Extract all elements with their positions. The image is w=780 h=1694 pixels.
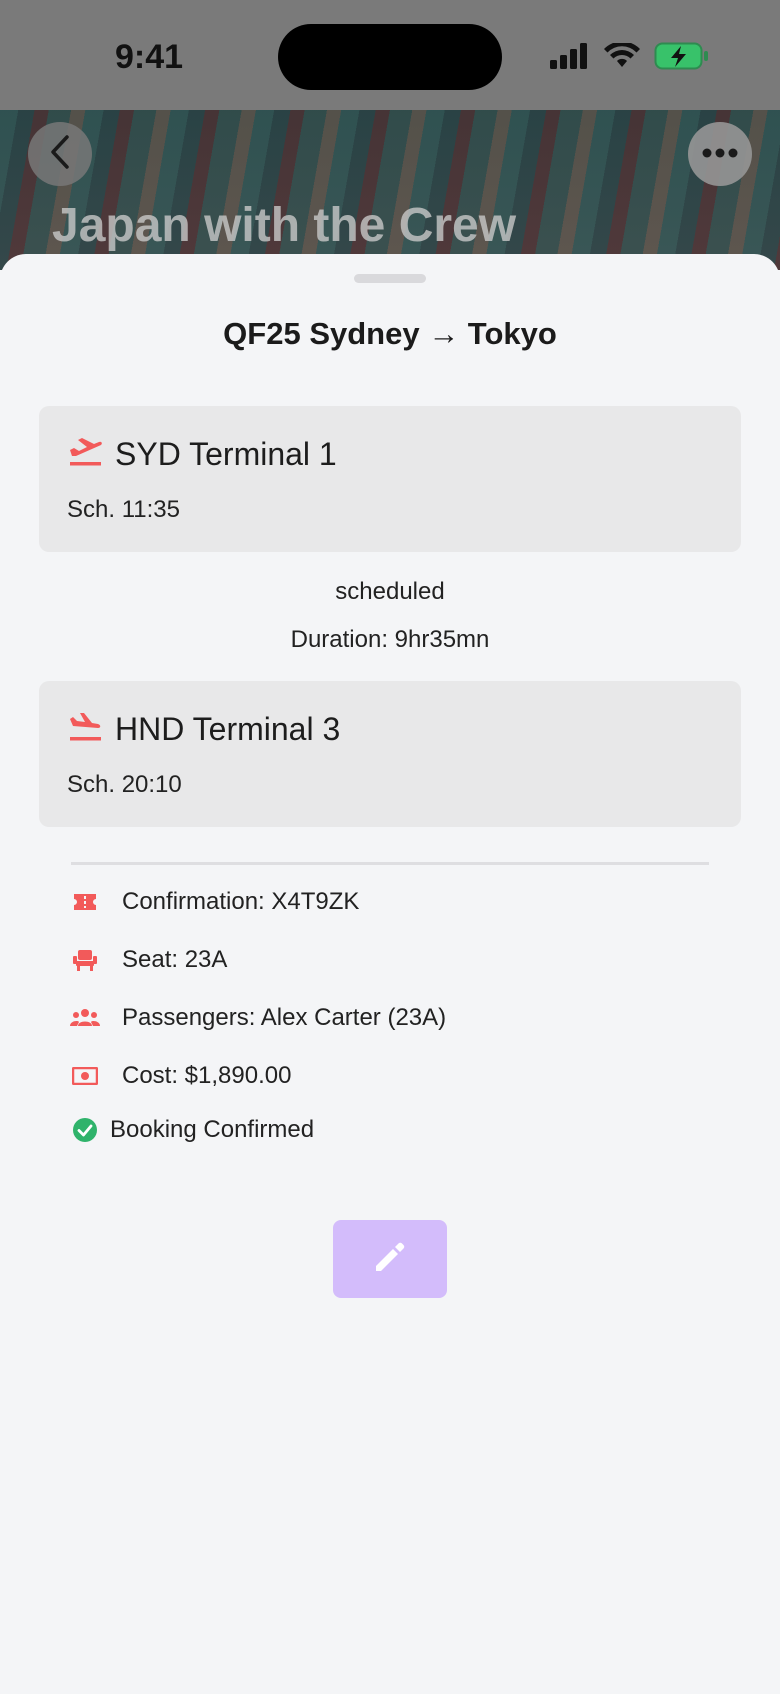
app-screen: 9:41 Japan with the Crew QF25 Sydney → T… <box>0 0 780 1694</box>
money-icon <box>70 1067 100 1085</box>
status-time: 9:41 <box>115 38 184 76</box>
seat-text: Seat: 23A <box>122 946 228 973</box>
plane-arrival-icon <box>67 711 103 748</box>
arrival-airport: HND Terminal 3 <box>115 711 341 747</box>
more-horizontal-icon <box>702 145 738 163</box>
flight-title: QF25 Sydney → Tokyo <box>223 316 557 351</box>
flight-status: scheduled <box>335 578 445 605</box>
arrival-scheduled-time: Sch. 20:10 <box>67 771 182 798</box>
pencil-icon <box>372 1239 408 1280</box>
sheet-grabber[interactable] <box>354 274 426 283</box>
ticket-icon <box>70 892 100 912</box>
more-button[interactable] <box>688 122 752 186</box>
flight-detail-sheet: QF25 Sydney → Tokyo SYD Terminal 1 Sch. … <box>0 254 780 1694</box>
signal-icon <box>550 43 590 74</box>
departure-scheduled-time: Sch. 11:35 <box>67 496 180 523</box>
seat-row: Seat: 23A <box>70 946 227 974</box>
dynamic-island <box>278 24 502 90</box>
passengers-row: Passengers: Alex Carter (23A) <box>70 1004 446 1032</box>
divider <box>71 862 709 865</box>
booking-status-text: Booking Confirmed <box>110 1116 315 1143</box>
trip-title: Japan with the Crew <box>52 199 517 252</box>
group-icon <box>70 1008 100 1028</box>
cost-row: Cost: $1,890.00 <box>70 1062 291 1090</box>
departure-card: SYD Terminal 1 Sch. 11:35 <box>39 406 741 552</box>
flight-duration: Duration: 9hr35mn <box>290 626 490 653</box>
battery-icon <box>654 42 710 75</box>
chevron-left-icon <box>45 134 75 175</box>
wifi-icon <box>604 41 640 74</box>
check-circle-icon <box>72 1117 98 1143</box>
booking-status-row: Booking Confirmed <box>72 1116 314 1144</box>
seat-icon <box>70 948 100 972</box>
arrival-card: HND Terminal 3 Sch. 20:10 <box>39 681 741 827</box>
status-bar: 9:41 <box>0 0 780 110</box>
edit-button[interactable] <box>333 1220 447 1298</box>
confirmation-row: Confirmation: X4T9ZK <box>70 888 359 916</box>
back-button[interactable] <box>28 122 92 186</box>
passengers-text: Passengers: Alex Carter (23A) <box>122 1004 447 1031</box>
confirmation-text: Confirmation: X4T9ZK <box>122 888 360 915</box>
departure-airport: SYD Terminal 1 <box>115 436 337 472</box>
plane-departure-icon <box>67 436 103 473</box>
status-icons <box>550 41 710 75</box>
cost-text: Cost: $1,890.00 <box>122 1062 292 1089</box>
